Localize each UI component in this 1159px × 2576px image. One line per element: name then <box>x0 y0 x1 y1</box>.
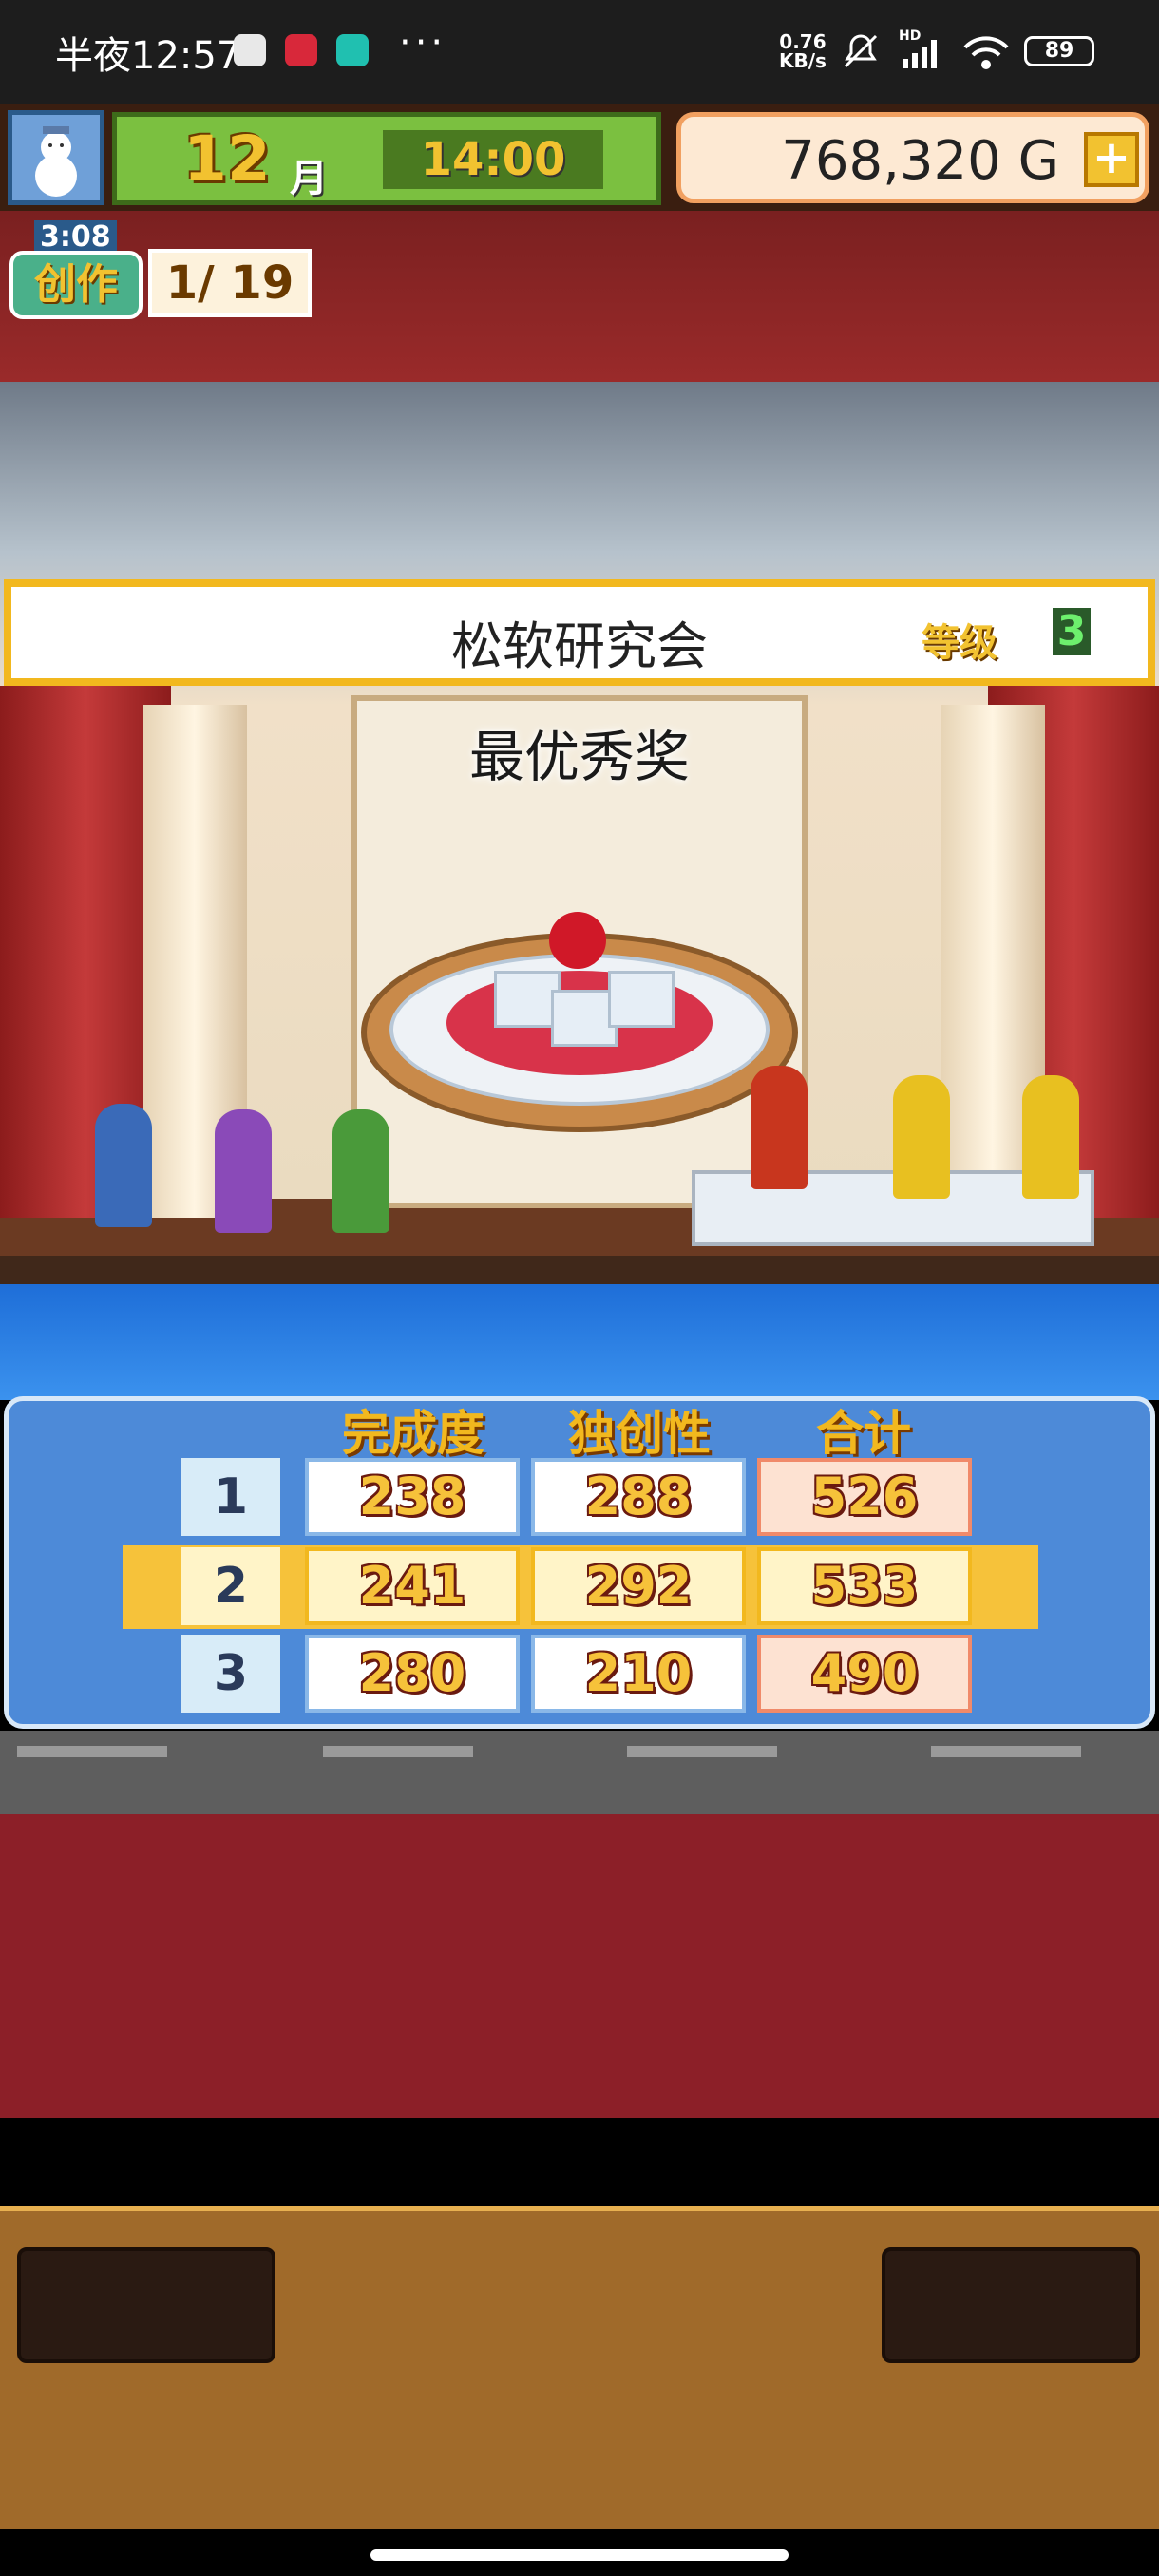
home-indicator[interactable] <box>370 2549 788 2561</box>
road-dash <box>627 1746 777 1757</box>
rank-2: 2 <box>181 1547 280 1625</box>
month-value: 12 <box>183 123 271 196</box>
clock: 14:00 <box>383 130 603 189</box>
level-label: 等级 <box>922 621 998 665</box>
road-dash <box>931 1746 1081 1757</box>
snowman-icon <box>35 126 77 197</box>
level-value: 3 <box>1053 608 1091 655</box>
rank-1: 1 <box>181 1458 280 1536</box>
money-amount: 768,320 G <box>781 130 1059 192</box>
score-total: 490 <box>757 1635 972 1713</box>
left-slot <box>17 2247 276 2363</box>
score-originality: 292 <box>531 1547 746 1625</box>
staff-character[interactable] <box>215 1109 272 1233</box>
header-total: 合计 <box>816 1406 911 1461</box>
status-time: 半夜12:57 <box>55 34 241 78</box>
mute-icon <box>844 34 878 68</box>
score-completion: 238 <box>305 1458 520 1536</box>
judge-character <box>893 1075 950 1199</box>
net-speed-unit: KB/s <box>779 49 826 72</box>
score-completion: 280 <box>305 1635 520 1713</box>
right-slot <box>882 2247 1140 2363</box>
month-label: 月 <box>290 157 328 200</box>
creation-timer: 3:08 <box>34 220 117 254</box>
score-table: 完成度 独创性 合计 1 238 288 526 2 241 292 533 3… <box>4 1396 1155 1729</box>
award-title: 最优秀奖 <box>468 725 690 789</box>
road-dash <box>323 1746 473 1757</box>
net-speed: 0.76 KB/s <box>779 32 826 70</box>
header-originality: 独创性 <box>568 1406 711 1461</box>
wifi-icon <box>963 36 1009 69</box>
jelly-cube <box>608 971 674 1028</box>
money-display: 768,320 G + <box>676 112 1150 203</box>
club-banner: 松软研究会 等级 3 <box>4 579 1155 686</box>
creation-counter: 3:08 创作 1/ 19 <box>10 220 312 321</box>
rank-3: 3 <box>181 1635 280 1713</box>
signal-icon <box>902 40 937 68</box>
dish-cherry <box>549 912 606 969</box>
app-icon <box>285 34 317 66</box>
score-originality: 288 <box>531 1458 746 1536</box>
staff-character[interactable] <box>332 1109 390 1233</box>
audience <box>0 1256 1159 1284</box>
black-gap <box>0 2118 1159 2206</box>
date-bar: 12 月 14:00 <box>112 112 661 205</box>
header-completion: 完成度 <box>342 1406 484 1461</box>
net-speed-value: 0.76 <box>779 30 826 53</box>
top-hud: 12 月 14:00 768,320 G + <box>0 104 1159 211</box>
status-bar: 半夜12:57 ··· 0.76 KB/s HD 89 <box>0 0 1159 104</box>
chef-character[interactable] <box>95 1104 152 1227</box>
creation-count: 1/ 19 <box>148 249 312 317</box>
red-carpet <box>0 1814 1159 2118</box>
judge-character <box>1022 1075 1079 1199</box>
road-strip <box>0 1731 1159 1814</box>
blue-band <box>0 1284 1159 1400</box>
score-originality: 210 <box>531 1635 746 1713</box>
score-total: 533 <box>757 1547 972 1625</box>
judge-character <box>750 1066 808 1189</box>
battery-icon: 89 <box>1024 36 1094 66</box>
road-dash <box>17 1746 167 1757</box>
weibo-icon <box>234 34 266 66</box>
more-icon: ··· <box>399 21 447 65</box>
score-total: 526 <box>757 1458 972 1536</box>
add-money-button[interactable]: + <box>1084 132 1139 187</box>
bottom-board <box>0 2206 1159 2529</box>
score-completion: 241 <box>305 1547 520 1625</box>
creation-badge[interactable]: 创作 <box>10 251 142 319</box>
snowman-avatar[interactable] <box>8 110 104 205</box>
chat-icon <box>336 34 369 66</box>
